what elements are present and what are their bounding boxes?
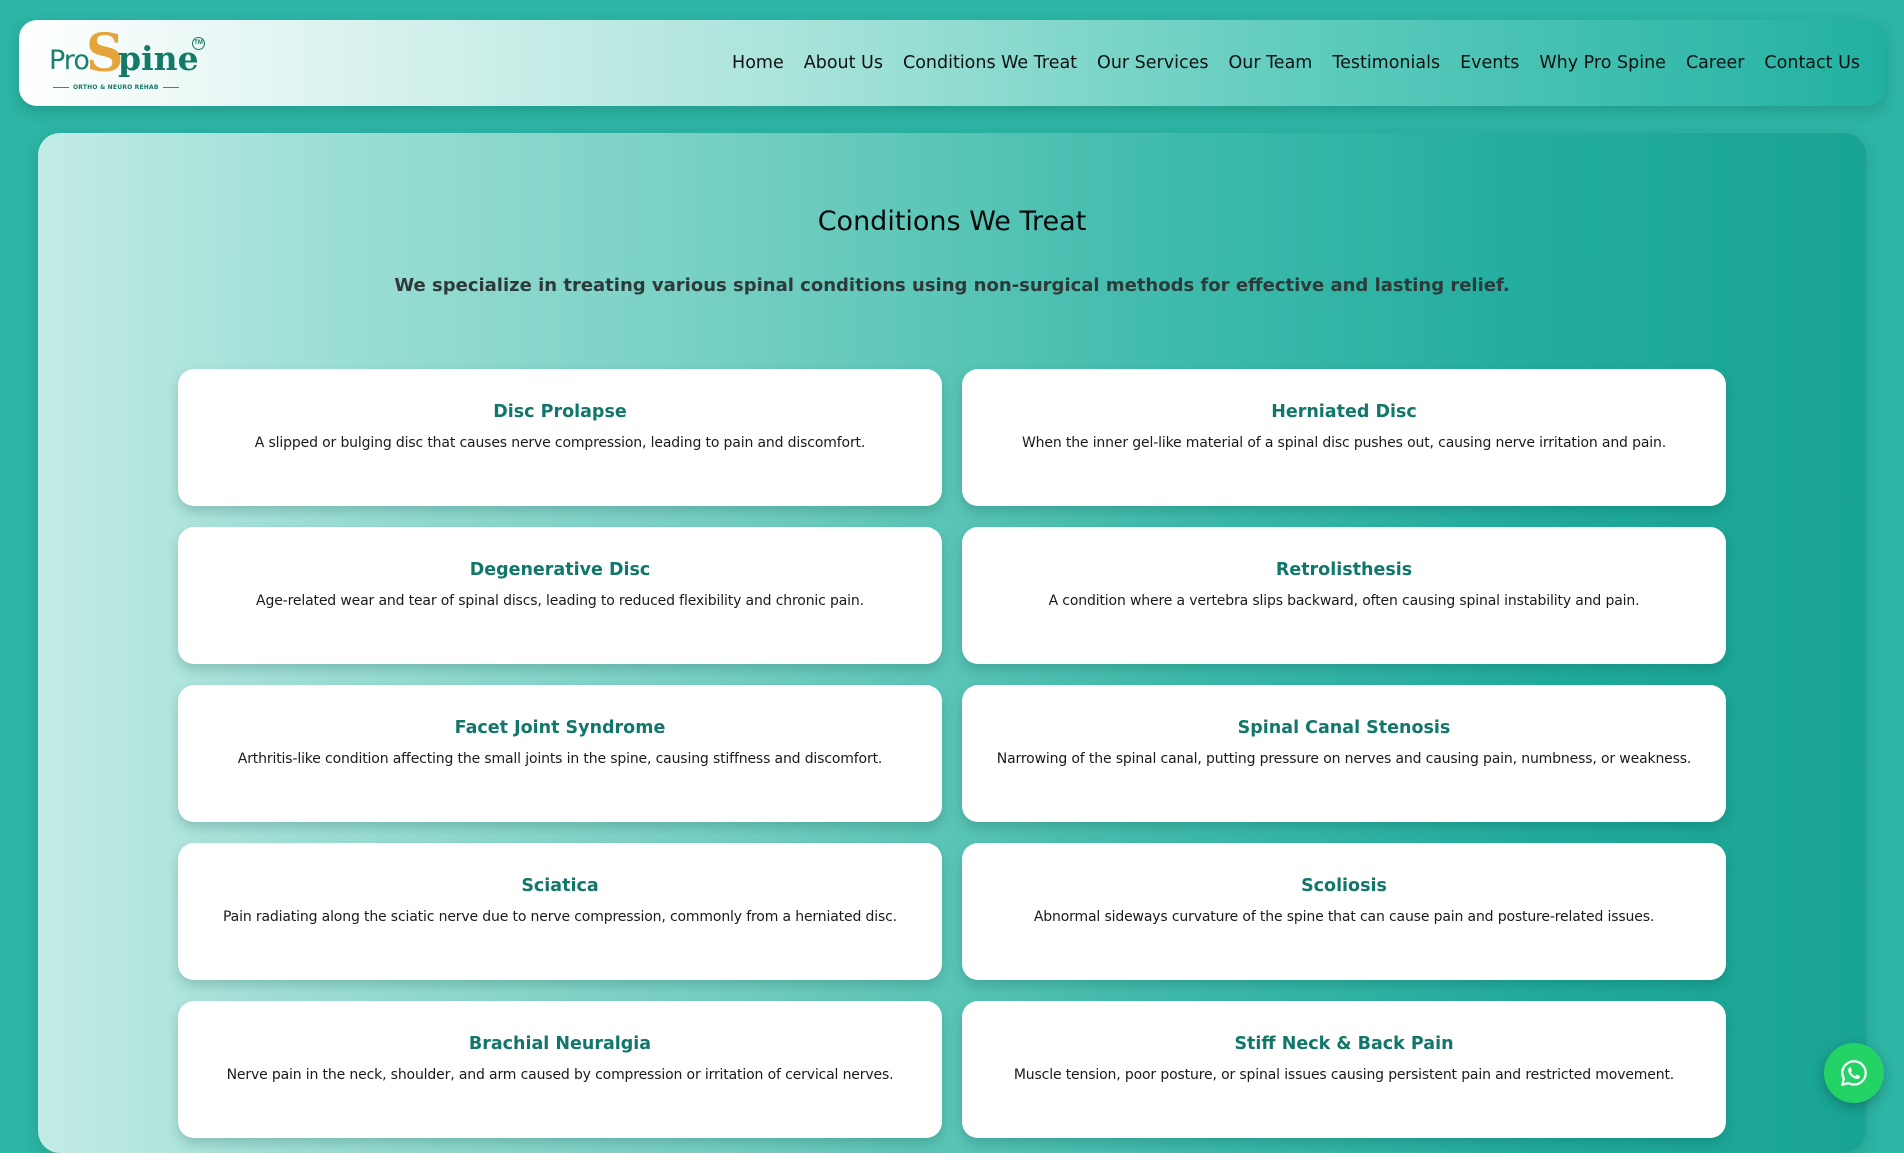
logo-text-pro: Pro [49, 45, 90, 76]
nav-item-about-us[interactable]: About Us [804, 53, 883, 73]
nav-item-contact-us[interactable]: Contact Us [1764, 53, 1860, 73]
condition-title: Retrolisthesis [1275, 560, 1413, 580]
section-subtitle: We specialize in treating various spinal… [394, 275, 1510, 296]
condition-card-retrolisthesis: Retrolisthesis A condition where a verte… [962, 527, 1726, 664]
trademark-badge: TM [192, 37, 205, 50]
nav-item-home[interactable]: Home [732, 53, 784, 73]
condition-title: Sciatica [521, 876, 599, 896]
nav-item-events[interactable]: Events [1460, 53, 1519, 73]
condition-card-disc-prolapse: Disc Prolapse A slipped or bulging disc … [178, 369, 942, 506]
whatsapp-chat-button[interactable] [1824, 1043, 1884, 1103]
logo-tagline: ORTHO & NEURO REHAB [49, 84, 179, 91]
condition-title: Brachial Neuralgia [468, 1034, 652, 1054]
condition-card-stiff-neck-back-pain: Stiff Neck & Back Pain Muscle tension, p… [962, 1001, 1726, 1138]
condition-card-scoliosis: Scoliosis Abnormal sideways curvature of… [962, 843, 1726, 980]
nav-item-career[interactable]: Career [1686, 53, 1744, 73]
site-header: Pro S pine TM ORTHO & NEURO REHAB Home A… [19, 20, 1885, 106]
condition-description: Arthritis-like condition affecting the s… [237, 751, 883, 767]
condition-description: Age-related wear and tear of spinal disc… [256, 593, 864, 609]
condition-description: Abnormal sideways curvature of the spine… [1033, 909, 1655, 925]
nav-item-testimonials[interactable]: Testimonials [1332, 53, 1440, 73]
condition-title: Scoliosis [1301, 876, 1387, 896]
condition-card-brachial-neuralgia: Brachial Neuralgia Nerve pain in the nec… [178, 1001, 942, 1138]
logo-text-pine: pine [118, 39, 199, 78]
condition-title: Degenerative Disc [469, 560, 651, 580]
condition-description: Nerve pain in the neck, shoulder, and ar… [226, 1067, 894, 1083]
condition-title: Disc Prolapse [493, 402, 627, 422]
condition-title: Spinal Canal Stenosis [1237, 718, 1451, 738]
nav-item-conditions-we-treat[interactable]: Conditions We Treat [903, 53, 1077, 73]
condition-card-degenerative-disc: Degenerative Disc Age-related wear and t… [178, 527, 942, 664]
prospine-logo[interactable]: Pro S pine TM ORTHO & NEURO REHAB [49, 28, 209, 96]
condition-card-spinal-canal-stenosis: Spinal Canal Stenosis Narrowing of the s… [962, 685, 1726, 822]
condition-title: Facet Joint Syndrome [454, 718, 666, 738]
conditions-grid: Disc Prolapse A slipped or bulging disc … [178, 369, 1726, 1138]
condition-card-herniated-disc: Herniated Disc When the inner gel-like m… [962, 369, 1726, 506]
condition-description: When the inner gel-like material of a sp… [1021, 435, 1667, 451]
condition-title: Stiff Neck & Back Pain [1234, 1034, 1454, 1054]
nav-item-why-pro-spine[interactable]: Why Pro Spine [1539, 53, 1666, 73]
condition-description: Pain radiating along the sciatic nerve d… [223, 909, 897, 925]
condition-description: Muscle tension, poor posture, or spinal … [1013, 1067, 1675, 1083]
condition-card-facet-joint-syndrome: Facet Joint Syndrome Arthritis-like cond… [178, 685, 942, 822]
condition-description: A condition where a vertebra slips backw… [1048, 593, 1640, 609]
nav-item-our-services[interactable]: Our Services [1097, 53, 1208, 73]
nav-item-our-team[interactable]: Our Team [1228, 53, 1312, 73]
condition-title: Herniated Disc [1271, 402, 1417, 422]
section-title: Conditions We Treat [817, 206, 1087, 237]
condition-description: Narrowing of the spinal canal, putting p… [996, 751, 1692, 767]
condition-description: A slipped or bulging disc that causes ne… [254, 435, 866, 451]
main-navigation: Home About Us Conditions We Treat Our Se… [732, 20, 1860, 106]
whatsapp-icon [1841, 1060, 1867, 1086]
condition-card-sciatica: Sciatica Pain radiating along the sciati… [178, 843, 942, 980]
